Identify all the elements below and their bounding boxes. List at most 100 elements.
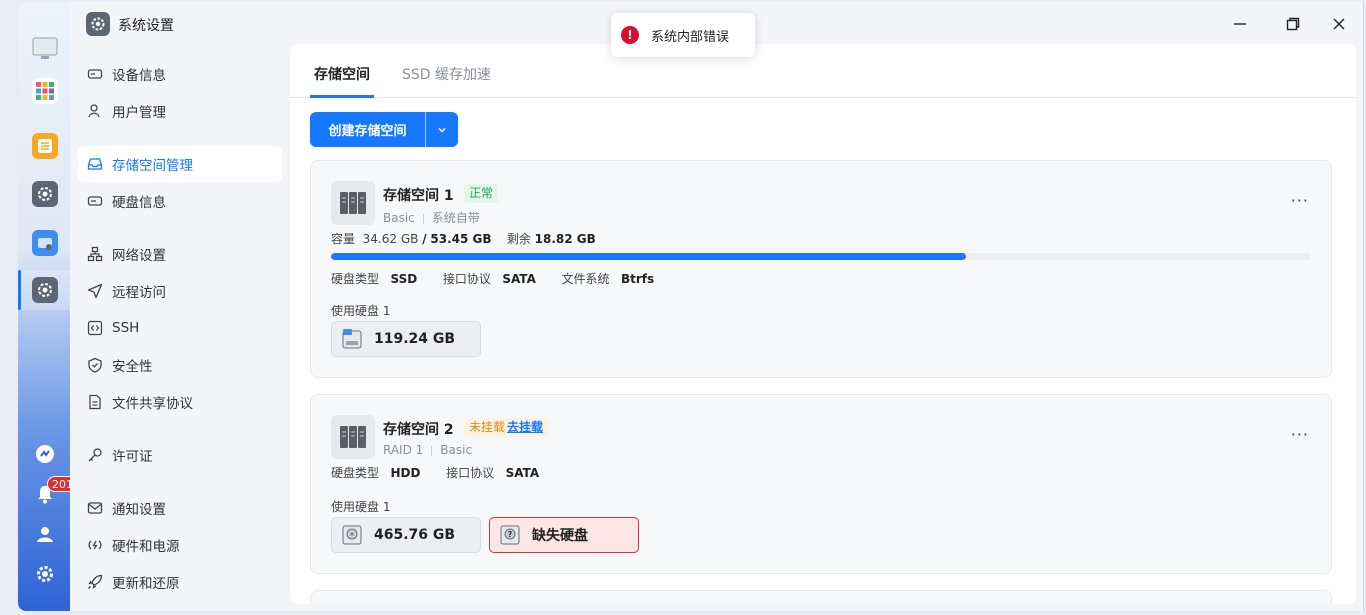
tab-ssd-cache[interactable]: SSD 缓存加速 <box>402 64 491 84</box>
missing-disk-icon: ? <box>500 525 520 545</box>
interface-value: SATA <box>505 466 540 480</box>
sidebar-item-label: 许可证 <box>112 449 153 465</box>
total-value: 53.45 GB <box>430 232 492 246</box>
gear-icon[interactable] <box>32 561 58 587</box>
sidebar-item-label: 设备信息 <box>112 68 166 84</box>
error-toast: ! 系统内部错误 <box>611 13 755 57</box>
pool-subtype: Basic <box>440 443 473 457</box>
sidebar-item-label: 通知设置 <box>112 502 166 518</box>
maximize-button[interactable] <box>1281 12 1305 36</box>
interface-value: SATA <box>502 272 536 286</box>
chevron-down-icon[interactable] <box>426 112 458 147</box>
network-icon <box>86 245 104 263</box>
sidebar-item-label: 远程访问 <box>112 285 166 301</box>
notes-icon[interactable] <box>32 133 58 159</box>
used-disks-label: 使用硬盘 1 <box>331 500 391 514</box>
settings-window: 系统设置 设备信息 用户管理 存储空间管理 硬盘信息 网络设置 远程访问 SSH… <box>70 2 1364 611</box>
sidebar-item-ssh[interactable]: SSH <box>78 310 282 346</box>
filesystem-label: 文件系统 <box>561 272 610 286</box>
disk-chip[interactable]: 465.76 GB <box>331 517 481 553</box>
capacity-row: 容量 34.62 GB / 53.45 GB 剩余 18.82 GB <box>331 230 596 247</box>
key-icon <box>86 446 104 464</box>
disk-type-label: 硬盘类型 <box>331 272 380 286</box>
interface-label: 接口协议 <box>446 466 495 480</box>
disk-icon <box>86 192 104 210</box>
disk-chip[interactable]: 119.24 GB <box>331 321 481 357</box>
usage-progress-fill <box>331 253 967 260</box>
sidebar-item-update-restore[interactable]: 更新和还原 <box>78 564 282 600</box>
more-options-icon[interactable]: ··· <box>1291 191 1309 210</box>
used-value: 34.62 GB <box>362 232 419 246</box>
ssd-icon <box>342 329 362 349</box>
sidebar-item-storage-management[interactable]: 存储空间管理 <box>78 146 282 182</box>
monitor-icon[interactable] <box>32 36 58 62</box>
disk-type-value: HDD <box>390 466 421 480</box>
settings-sidebar: 设备信息 用户管理 存储空间管理 硬盘信息 网络设置 远程访问 SSH 安全性 <box>78 56 282 600</box>
hdd-icon <box>342 525 362 545</box>
storage-pool-icon <box>331 415 375 459</box>
dock-active-indicator <box>18 270 21 310</box>
user-icon <box>86 102 104 120</box>
storage-app-icon[interactable] <box>32 230 58 256</box>
device-icon <box>86 65 104 83</box>
pool-name: 存储空间 1 <box>383 188 454 204</box>
sidebar-item-device-info[interactable]: 设备信息 <box>78 56 282 92</box>
sidebar-item-label: 安全性 <box>112 359 153 375</box>
storage-pool-card: 存储空间 2 未挂载 去挂载 RAID 1 Basic ··· 硬盘类型 HDD 接… <box>310 394 1332 574</box>
sidebar-item-user-management[interactable]: 用户管理 <box>78 93 282 129</box>
settings-app-icon[interactable] <box>32 181 58 207</box>
sidebar-item-hardware-power[interactable]: 硬件和电源 <box>78 527 282 563</box>
filesystem-value: Btrfs <box>620 272 655 286</box>
sidebar-item-license[interactable]: 许可证 <box>78 437 282 473</box>
sidebar-item-network[interactable]: 网络设置 <box>78 236 282 272</box>
sidebar-item-label: 网络设置 <box>112 248 166 264</box>
sidebar-item-remote-access[interactable]: 远程访问 <box>78 273 282 309</box>
app-title: 系统设置 <box>118 18 174 34</box>
capacity-separator: / <box>422 232 427 246</box>
sidebar-item-label: 文件共享协议 <box>112 396 193 412</box>
missing-disk-chip[interactable]: ? 缺失硬盘 <box>489 517 639 553</box>
disk-size: 119.24 GB <box>374 331 456 347</box>
main-panel: 存储空间 SSD 缓存加速 创建存储空间 存储空间 1 正常 Basic 系统自带… <box>290 44 1356 604</box>
remaining-label: 剩余 <box>506 232 531 246</box>
pool-subtitle: RAID 1 Basic <box>383 443 472 457</box>
file-icon <box>86 393 104 411</box>
rocket-icon <box>86 573 104 591</box>
system-settings-icon[interactable] <box>32 277 58 303</box>
send-icon <box>86 282 104 300</box>
sidebar-item-disk-info[interactable]: 硬盘信息 <box>78 183 282 219</box>
status-badge: 正常 <box>464 184 499 203</box>
create-storage-button[interactable]: 创建存储空间 <box>310 112 458 147</box>
disk-size: 465.76 GB <box>374 527 456 543</box>
shield-icon <box>86 356 104 374</box>
close-button[interactable] <box>1327 12 1351 36</box>
interface-label: 接口协议 <box>442 272 491 286</box>
error-icon: ! <box>621 26 639 44</box>
apps-icon[interactable] <box>32 78 58 104</box>
capacity-label: 容量 <box>331 232 356 246</box>
pool-type: RAID 1 <box>383 443 424 457</box>
storage-pool-card: 存储空间 1 正常 Basic 系统自带 ··· 容量 34.62 GB / 53… <box>310 160 1332 378</box>
storage-pool-icon <box>331 181 375 225</box>
account-icon[interactable] <box>32 521 58 547</box>
more-options-icon[interactable]: ··· <box>1291 425 1309 444</box>
tab-storage[interactable]: 存储空间 <box>314 64 370 84</box>
mount-link[interactable]: 去挂载 <box>507 420 543 434</box>
power-icon <box>86 536 104 554</box>
pool-type: Basic <box>383 211 415 225</box>
pool-subtitle: Basic 系统自带 <box>383 209 480 226</box>
sidebar-item-file-sharing[interactable]: 文件共享协议 <box>78 384 282 420</box>
minimize-button[interactable] <box>1228 12 1252 36</box>
toast-message: 系统内部错误 <box>651 29 730 45</box>
sidebar-item-notification[interactable]: 通知设置 <box>78 490 282 526</box>
used-disks-label: 使用硬盘 1 <box>331 304 391 318</box>
sidebar-item-label: 硬盘信息 <box>112 195 166 211</box>
create-storage-label[interactable]: 创建存储空间 <box>310 112 426 147</box>
sidebar-item-security[interactable]: 安全性 <box>78 347 282 383</box>
sidebar-item-label: SSH <box>112 320 140 336</box>
sidebar-item-label: 用户管理 <box>112 105 166 121</box>
gear-icon <box>86 12 110 36</box>
storage-icon <box>86 155 104 173</box>
status-badge: 未挂载 去挂载 <box>464 418 549 437</box>
speed-icon[interactable] <box>32 441 58 467</box>
